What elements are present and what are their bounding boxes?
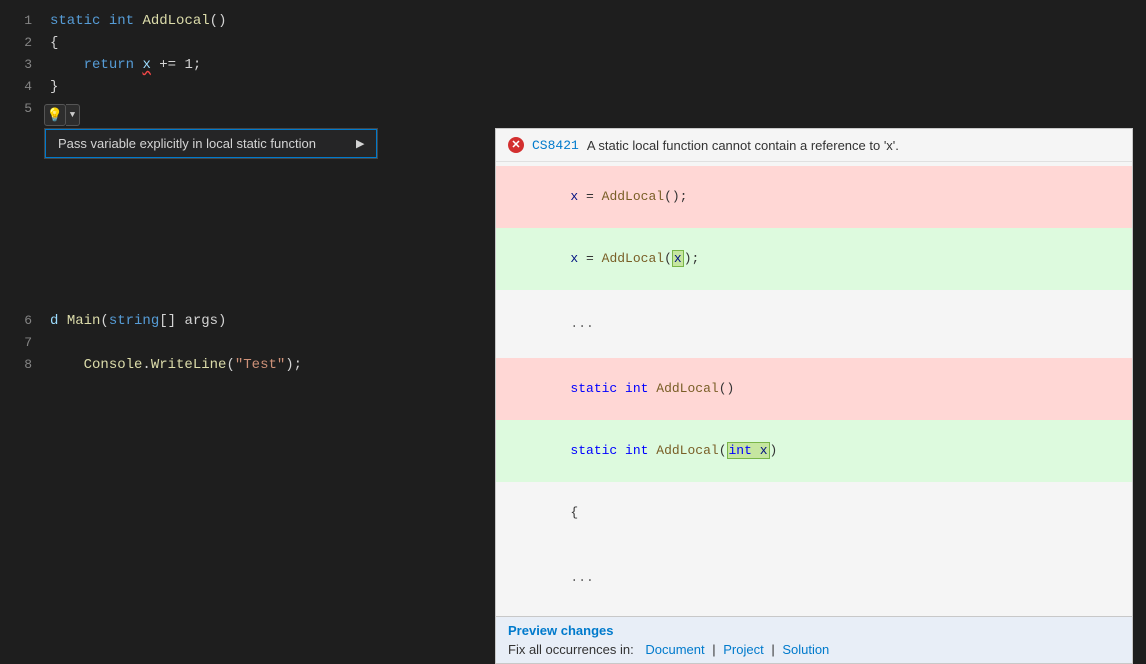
highlight-int-x: int x [727,442,770,459]
highlight-x: x [672,250,684,267]
quick-action-label: Pass variable explicitly in local static… [58,136,316,151]
preview-footer: Preview changes Fix all occurrences in: … [496,616,1132,663]
code-line-1: 1 static int AddLocal() [0,10,1146,32]
code-line-2: 2 { [0,32,1146,54]
code-line-3: 3 return x += 1; [0,54,1146,76]
preview-panel: ✕ CS8421 A static local function cannot … [495,128,1133,664]
error-code: CS8421 [532,138,579,153]
code-line-5: 5 [0,98,1146,120]
code-line-8: 8 Console.WriteLine("Test"); [0,354,490,376]
code-line-6: 6 d Main(string[] args) [0,310,490,332]
diff-line-added-2: static int AddLocal(int x) [496,420,1132,482]
fix-solution-link[interactable]: Solution [782,642,829,657]
fix-all-label: Fix all occurrences in: [508,642,634,657]
fix-all-line: Fix all occurrences in: Document | Proje… [508,642,1120,657]
code-line-4: 4 } [0,76,1146,98]
quick-action-menu: Pass variable explicitly in local static… [44,128,378,159]
diff-line-normal-1: { [496,482,1132,544]
preview-header: ✕ CS8421 A static local function cannot … [496,129,1132,162]
diff-line-removed-2: static int AddLocal() [496,358,1132,420]
preview-changes-link[interactable]: Preview changes [508,623,1120,638]
expand-arrow-icon: ▶ [356,137,364,150]
fix-project-link[interactable]: Project [723,642,763,657]
error-icon: ✕ [508,137,524,153]
quick-action-item[interactable]: Pass variable explicitly in local static… [45,129,377,158]
diff-ellipsis-2: ... [496,544,1132,612]
lightbulb-icon: 💡 [47,108,63,123]
code-line-7: 7 [0,332,490,354]
diff-line-removed-1: x = AddLocal(); [496,166,1132,228]
fix-document-link[interactable]: Document [645,642,704,657]
error-message: A static local function cannot contain a… [587,138,899,153]
editor-area: 1 static int AddLocal() 2 { 3 return x +… [0,0,1146,530]
diff-ellipsis-1: ... [496,290,1132,358]
lightbulb-button[interactable]: 💡 [44,104,66,126]
lightbulb-widget[interactable]: 💡 ▼ [44,104,80,126]
preview-code-area: x = AddLocal(); x = AddLocal(x); ... sta… [496,162,1132,616]
lightbulb-dropdown-arrow[interactable]: ▼ [66,104,80,126]
diff-line-added-1: x = AddLocal(x); [496,228,1132,290]
